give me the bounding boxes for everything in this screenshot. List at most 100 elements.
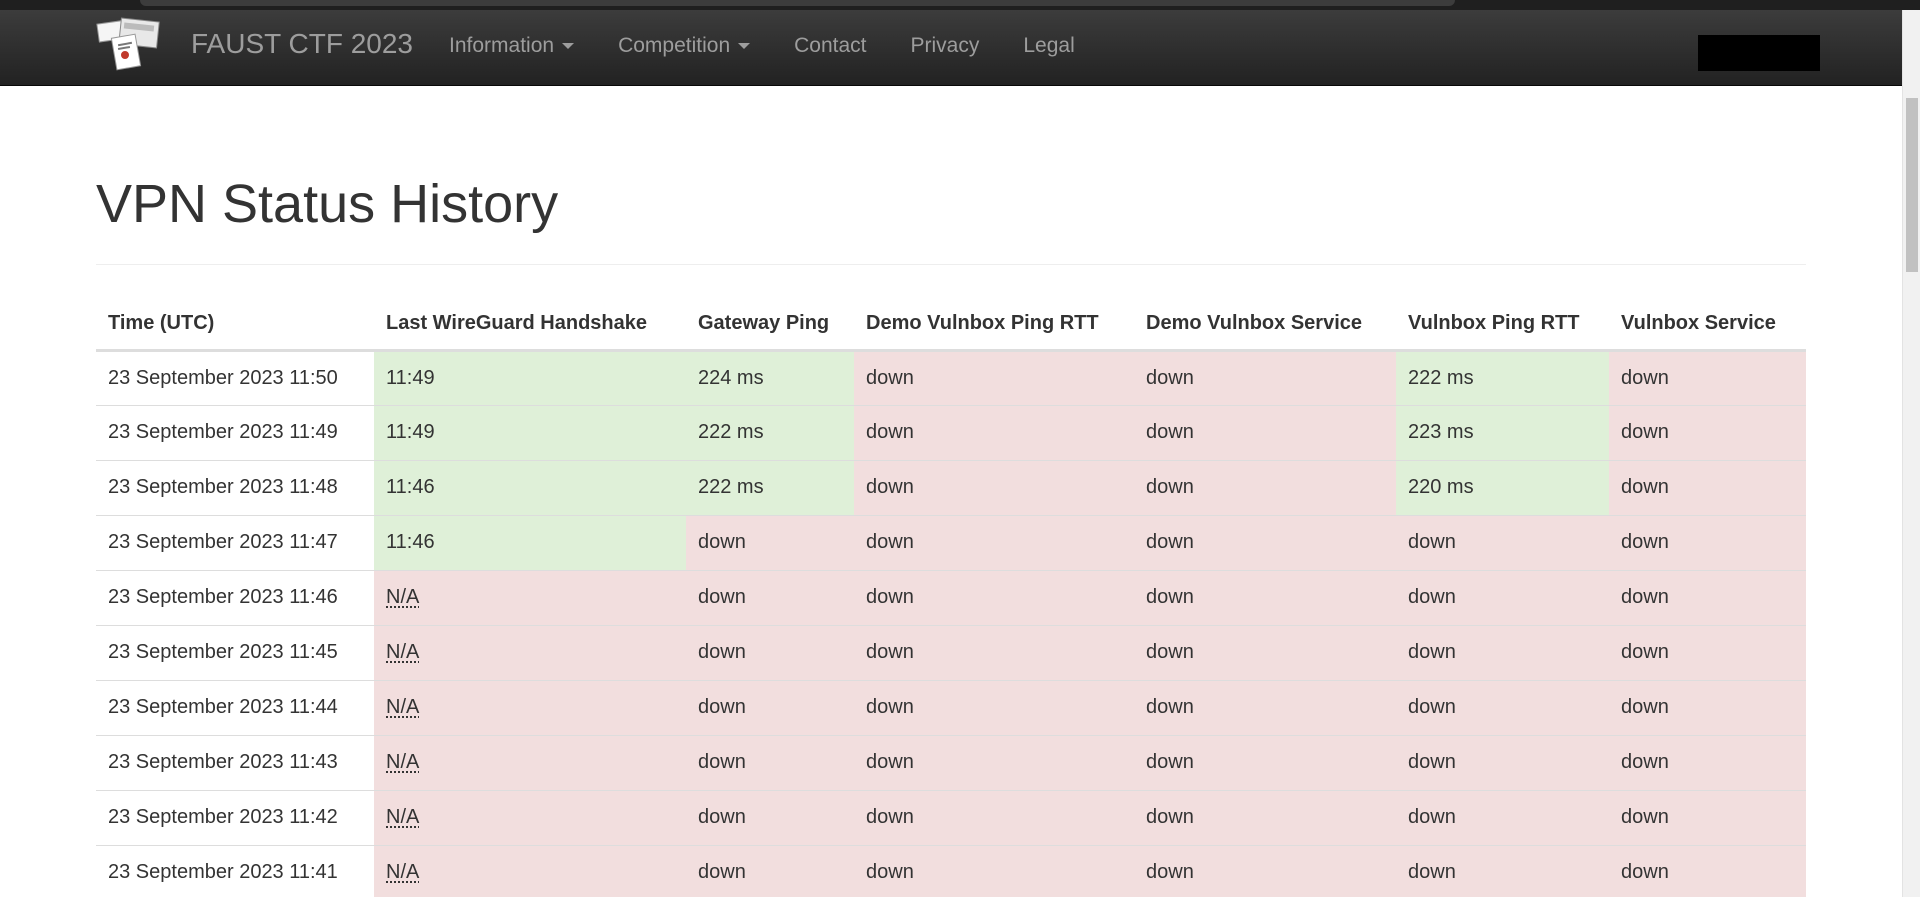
cell-demo-ping: down xyxy=(854,569,1134,625)
title-divider xyxy=(96,264,1806,265)
cell-time: 23 September 2023 11:49 xyxy=(96,404,374,460)
cell-handshake: N/A xyxy=(374,679,686,735)
cell-vulnbox-ping: down xyxy=(1396,679,1609,735)
cell-demo-service: down xyxy=(1134,624,1396,680)
cell-demo-ping: down xyxy=(854,734,1134,790)
cell-handshake: N/A xyxy=(374,624,686,680)
cell-demo-service: down xyxy=(1134,350,1396,405)
cell-gateway-ping: down xyxy=(686,844,854,897)
vpn-status-table: Time (UTC) Last WireGuard Handshake Gate… xyxy=(96,299,1806,897)
nav-item-contact[interactable]: Contact xyxy=(772,30,888,62)
browser-tab-strip xyxy=(0,0,1920,10)
cell-handshake: N/A xyxy=(374,734,686,790)
cell-demo-ping: down xyxy=(854,844,1134,897)
cell-gateway-ping: down xyxy=(686,679,854,735)
cell-vulnbox-service: down xyxy=(1609,459,1806,515)
cell-vulnbox-ping: down xyxy=(1396,624,1609,680)
nav-item-label: Competition xyxy=(618,34,731,57)
cell-vulnbox-service: down xyxy=(1609,789,1806,845)
cell-handshake: N/A xyxy=(374,789,686,845)
not-available-abbr: N/A xyxy=(386,586,420,608)
cell-gateway-ping: down xyxy=(686,789,854,845)
cell-vulnbox-service: down xyxy=(1609,404,1806,460)
cell-time: 23 September 2023 11:45 xyxy=(96,624,374,680)
cell-demo-service: down xyxy=(1134,734,1396,790)
cell-demo-service: down xyxy=(1134,514,1396,570)
nav-item-information[interactable]: Information xyxy=(427,30,596,62)
cell-demo-service: down xyxy=(1134,569,1396,625)
cell-demo-ping: down xyxy=(854,404,1134,460)
cell-handshake: 11:46 xyxy=(374,514,686,570)
main-nav: Information Competition Contact Privacy … xyxy=(427,30,1097,62)
cell-demo-ping: down xyxy=(854,679,1134,735)
cell-vulnbox-service: down xyxy=(1609,679,1806,735)
cell-time: 23 September 2023 11:42 xyxy=(96,789,374,845)
column-header-vulnbox-service: Vulnbox Service xyxy=(1609,299,1806,352)
cell-vulnbox-ping: down xyxy=(1396,569,1609,625)
redacted-user-area xyxy=(1698,35,1820,71)
not-available-abbr: N/A xyxy=(386,696,420,718)
brand-title[interactable]: FAUST CTF 2023 xyxy=(191,26,413,62)
cell-vulnbox-ping: 220 ms xyxy=(1396,459,1609,515)
table-row: 23 September 2023 11:48 11:46 222 ms down do… xyxy=(96,459,1806,515)
cell-handshake: 11:46 xyxy=(374,459,686,515)
column-header-handshake: Last WireGuard Handshake xyxy=(374,299,686,352)
cell-demo-service: down xyxy=(1134,404,1396,460)
not-available-abbr: N/A xyxy=(386,641,420,663)
cell-time: 23 September 2023 11:48 xyxy=(96,459,374,515)
not-available-abbr: N/A xyxy=(386,861,420,884)
not-available-abbr: N/A xyxy=(386,806,420,828)
cell-demo-ping: down xyxy=(854,350,1134,405)
top-navbar: FAUST CTF 2023 Information Competition C… xyxy=(0,10,1902,86)
cell-handshake: N/A xyxy=(374,569,686,625)
nav-item-competition[interactable]: Competition xyxy=(596,30,772,62)
cell-vulnbox-service: down xyxy=(1609,624,1806,680)
cell-demo-service: down xyxy=(1134,789,1396,845)
nav-item-label: Contact xyxy=(794,34,867,57)
cell-gateway-ping: down xyxy=(686,569,854,625)
column-header-vulnbox-ping: Vulnbox Ping RTT xyxy=(1396,299,1609,352)
nav-item-privacy[interactable]: Privacy xyxy=(889,30,1002,62)
column-header-demo-ping: Demo Vulnbox Ping RTT xyxy=(854,299,1134,352)
table-row: 23 September 2023 11:42 N/A down down down do… xyxy=(96,789,1806,845)
cell-time: 23 September 2023 11:41 xyxy=(96,844,374,897)
cell-gateway-ping: down xyxy=(686,624,854,680)
column-header-gateway-ping: Gateway Ping xyxy=(686,299,854,352)
cell-handshake: 11:49 xyxy=(374,350,686,405)
scrollbar-thumb[interactable] xyxy=(1906,98,1918,272)
cell-vulnbox-service: down xyxy=(1609,514,1806,570)
cell-handshake: N/A xyxy=(374,844,686,897)
table-row: 23 September 2023 11:45 N/A down down down do… xyxy=(96,624,1806,680)
table-header-row: Time (UTC) Last WireGuard Handshake Gate… xyxy=(96,299,1806,352)
cell-gateway-ping: down xyxy=(686,734,854,790)
cell-vulnbox-service: down xyxy=(1609,844,1806,897)
browser-tab-bar xyxy=(140,0,1455,6)
caret-down-icon xyxy=(562,43,575,50)
table-row: 23 September 2023 11:44 N/A down down down do… xyxy=(96,679,1806,735)
cell-vulnbox-service: down xyxy=(1609,734,1806,790)
cell-time: 23 September 2023 11:44 xyxy=(96,679,374,735)
cell-gateway-ping: down xyxy=(686,514,854,570)
table-row: 23 September 2023 11:49 11:49 222 ms down do… xyxy=(96,404,1806,460)
table-row: 23 September 2023 11:43 N/A down down down do… xyxy=(96,734,1806,790)
cell-vulnbox-ping: down xyxy=(1396,789,1609,845)
cell-demo-service: down xyxy=(1134,679,1396,735)
cell-vulnbox-ping: down xyxy=(1396,734,1609,790)
cell-demo-service: down xyxy=(1134,844,1396,897)
table-row: 23 September 2023 11:41 N/A down down down do… xyxy=(96,844,1806,897)
nav-item-label: Legal xyxy=(1023,34,1075,57)
cell-demo-ping: down xyxy=(854,624,1134,680)
cell-vulnbox-ping: down xyxy=(1396,844,1609,897)
cell-demo-ping: down xyxy=(854,789,1134,845)
cell-gateway-ping: 222 ms xyxy=(686,404,854,460)
cell-vulnbox-ping: down xyxy=(1396,514,1609,570)
nav-item-legal[interactable]: Legal xyxy=(1001,30,1096,62)
page-scrollbar[interactable] xyxy=(1902,10,1920,897)
caret-down-icon xyxy=(738,43,751,50)
not-available-abbr: N/A xyxy=(386,751,420,773)
cell-demo-ping: down xyxy=(854,514,1134,570)
cell-time: 23 September 2023 11:47 xyxy=(96,514,374,570)
column-header-time: Time (UTC) xyxy=(96,299,374,352)
page-title: VPN Status History xyxy=(96,174,559,234)
faust-logo-icon[interactable] xyxy=(96,16,162,72)
